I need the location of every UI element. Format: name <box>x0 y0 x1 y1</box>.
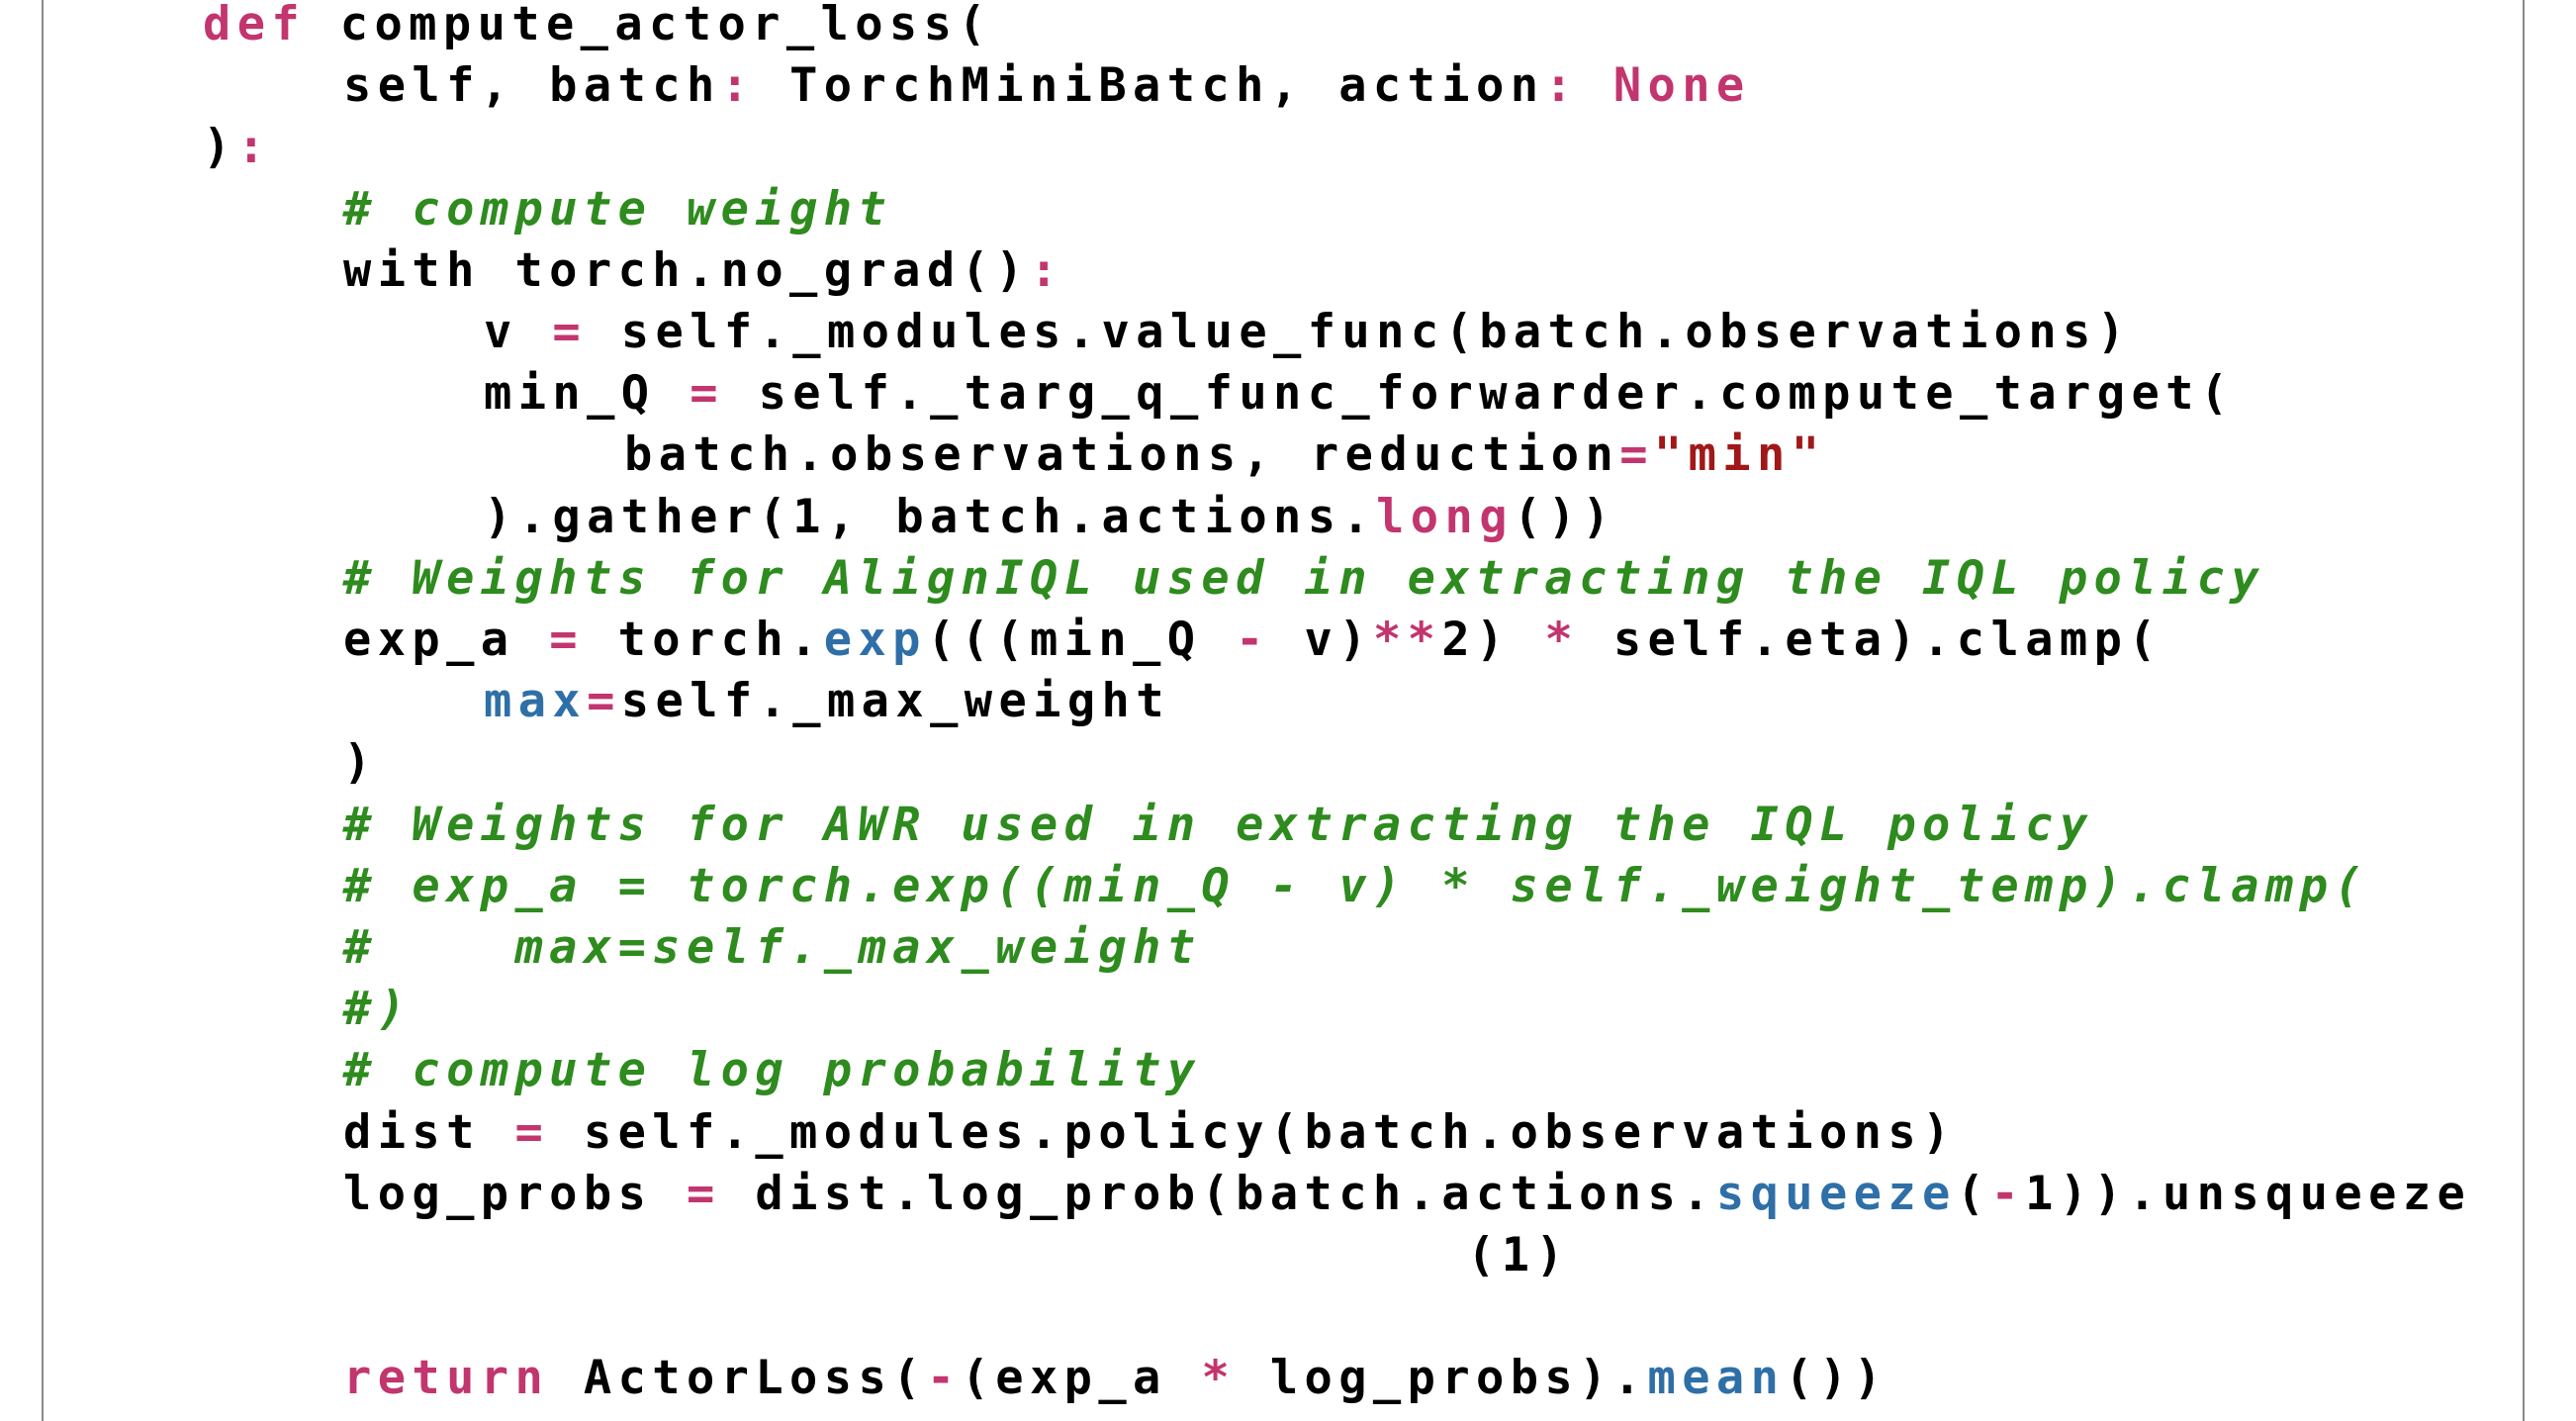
code-line: max=self._max_weight <box>484 671 1170 732</box>
code-token: # compute weight <box>343 181 893 237</box>
code-token: = <box>686 1166 721 1221</box>
code-token: compute_actor_loss( <box>306 0 993 51</box>
code-token: (((min_Q <box>926 613 1237 667</box>
code-token: squeeze <box>1715 1166 1957 1221</box>
code-token: def <box>203 0 307 51</box>
code-line: v = self._modules.value_func(batch.obser… <box>484 302 2131 363</box>
code-line: # max=self._max_weight <box>343 917 1201 979</box>
code-line: min_Q = self._targ_q_func_forwarder.comp… <box>484 363 2235 425</box>
code-line: log_probs = dist.log_prob(batch.actions.… <box>343 1164 2471 1225</box>
code-token: = <box>690 366 724 422</box>
code-token: self._targ_q_func_forwarder.compute_targ… <box>723 366 2235 422</box>
code-token: min_Q <box>484 366 690 422</box>
code-token: # exp_a = torch.exp((min_Q - v) * self._… <box>343 858 2369 913</box>
code-token: exp_a <box>343 613 550 667</box>
code-line: ): <box>203 117 271 178</box>
code-token: with torch.no_grad() <box>343 242 1030 298</box>
code-token: self._modules.value_func(batch.observati… <box>587 305 2132 359</box>
code-token: None <box>1612 58 1751 114</box>
code-line: with torch.no_grad(): <box>343 240 1064 302</box>
code-token: self._modules.policy(batch.observations) <box>549 1104 1957 1160</box>
code-token: = <box>552 305 588 359</box>
code-token: # Weights for AWR used in extracting the… <box>343 797 2094 852</box>
code-token: v) <box>1269 613 1373 667</box>
code-token: ( <box>1956 1166 1991 1221</box>
code-token: ) <box>343 735 378 791</box>
code-token: - <box>1236 613 1270 667</box>
code-token: self._max_weight <box>620 674 1170 729</box>
code-token: : <box>1029 242 1064 298</box>
code-token: dist.log_prob(batch.actions. <box>720 1166 1716 1221</box>
code-token: max <box>484 674 588 729</box>
code-token: * <box>1201 1351 1237 1406</box>
code-line: dist = self._modules.policy(batch.observ… <box>343 1102 1957 1164</box>
code-token: 2) <box>1441 613 1545 667</box>
code-token: * <box>1544 613 1580 667</box>
code-line: # Weights for AWR used in extracting the… <box>343 795 2094 856</box>
code-token: # max=self._max_weight <box>343 920 1202 975</box>
code-token: ).gather(1, batch.actions. <box>484 489 1377 544</box>
code-token: torch. <box>583 613 824 667</box>
code-token: = <box>1619 427 1654 483</box>
code-line: ) <box>343 732 378 794</box>
code-token: ) <box>203 120 237 175</box>
code-token: # compute log probability <box>343 1043 1202 1098</box>
code-token: - <box>1990 1166 2026 1221</box>
code-line: return ActorLoss(-(exp_a * log_probs).me… <box>343 1348 1887 1409</box>
code-token: - <box>926 1351 962 1406</box>
code-token: long <box>1376 489 1514 544</box>
code-token: return <box>343 1351 550 1406</box>
code-line: exp_a = torch.exp(((min_Q - v)**2) * sel… <box>343 610 2162 671</box>
code-token: 1)).unsqueeze <box>2025 1166 2472 1221</box>
code-token: self, batch <box>343 58 721 114</box>
code-token: self.eta).clamp( <box>1579 613 2162 667</box>
code-line: # compute weight <box>343 179 892 240</box>
code-token: TorchMiniBatch, action <box>755 58 1545 114</box>
code-line: self, batch: TorchMiniBatch, action: Non… <box>343 55 1751 117</box>
code-token: = <box>587 674 621 729</box>
code-line: ).gather(1, batch.actions.long()) <box>484 487 1616 548</box>
code-token: exp <box>823 613 927 667</box>
code-token: batch.observations, reduction <box>624 427 1620 483</box>
code-line: # compute log probability <box>343 1040 1201 1101</box>
code-token: ** <box>1372 613 1442 667</box>
code-token: ActorLoss( <box>549 1351 927 1406</box>
code-token: mean <box>1647 1351 1786 1406</box>
code-token: (exp_a <box>961 1351 1202 1406</box>
code-token: dist <box>343 1104 515 1160</box>
code-token: : <box>236 120 272 175</box>
code-line: (1) <box>1467 1225 1570 1286</box>
code-token: (1) <box>1467 1228 1571 1282</box>
code-token: : <box>720 58 756 114</box>
code-token: : <box>1544 58 1580 114</box>
code-token: # Weights for AlignIQL used in extractin… <box>343 550 2265 606</box>
code-token: ()) <box>1513 489 1616 544</box>
code-line: # Weights for AlignIQL used in extractin… <box>343 548 2265 610</box>
code-token: v <box>484 305 553 359</box>
code-token: = <box>549 613 584 667</box>
code-line: #) <box>343 979 412 1040</box>
code-token: = <box>514 1104 550 1160</box>
code-line: # exp_a = torch.exp((min_Q - v) * self._… <box>343 856 2368 917</box>
code-token: ()) <box>1785 1351 1888 1406</box>
code-token: #) <box>343 982 413 1037</box>
code-line: batch.observations, reduction="min" <box>624 425 1825 486</box>
code-token: "min" <box>1653 427 1826 483</box>
code-token: log_probs). <box>1236 1351 1648 1406</box>
code-token: log_probs <box>343 1166 687 1221</box>
code-line: def compute_actor_loss( <box>203 0 992 55</box>
